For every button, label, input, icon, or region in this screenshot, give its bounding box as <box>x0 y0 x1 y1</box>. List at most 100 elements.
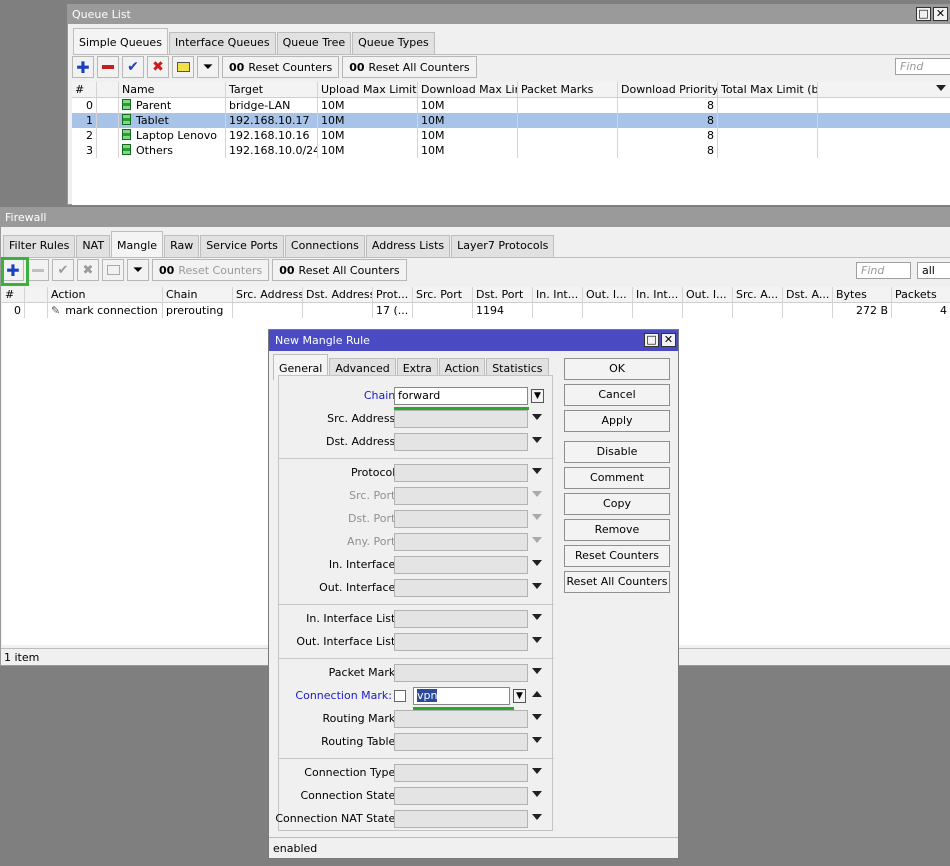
chevron-down-icon[interactable] <box>532 414 542 420</box>
col-header[interactable]: Upload Max Limit <box>318 82 418 97</box>
col-header[interactable]: Total Max Limit (b... <box>718 82 818 97</box>
out-interface-list-field[interactable] <box>394 633 528 651</box>
table-row[interactable]: 0 Parent bridge-LAN 10M 10M 8 <box>72 98 950 113</box>
protocol-field[interactable] <box>394 464 528 482</box>
reset-all-counters-button[interactable]: Reset All Counters <box>564 571 670 593</box>
col-header[interactable]: Bytes <box>833 287 892 302</box>
col-header[interactable]: # <box>2 287 25 302</box>
remove-rule-button[interactable] <box>27 259 49 281</box>
remove-button[interactable] <box>97 56 119 78</box>
close-icon[interactable]: ✕ <box>661 333 676 347</box>
disable-button[interactable]: ✖ <box>147 56 169 78</box>
chain-dropdown-button[interactable]: ▼ <box>531 389 544 403</box>
col-header[interactable]: In. Int... <box>533 287 583 302</box>
add-button[interactable]: ✚ <box>72 56 94 78</box>
col-header[interactable] <box>818 82 950 97</box>
col-header[interactable] <box>97 82 119 97</box>
chevron-down-icon[interactable] <box>532 537 542 543</box>
col-header[interactable]: Src. A... <box>733 287 783 302</box>
dialog-titlebar[interactable]: New Mangle Rule □ ✕ <box>269 330 678 351</box>
col-header[interactable]: Out. I... <box>683 287 733 302</box>
any-port-field[interactable] <box>394 533 528 551</box>
tab-queue-types[interactable]: Queue Types <box>352 32 435 54</box>
out-interface-field[interactable] <box>394 579 528 597</box>
col-header[interactable]: In. Int... <box>633 287 683 302</box>
chevron-down-icon[interactable] <box>532 637 542 643</box>
col-header[interactable]: # <box>72 82 97 97</box>
chevron-down-icon[interactable] <box>936 85 946 91</box>
col-header[interactable] <box>25 287 48 302</box>
filter-select[interactable]: all <box>917 262 950 279</box>
chevron-down-icon[interactable] <box>532 468 542 474</box>
chevron-down-icon[interactable] <box>532 737 542 743</box>
col-header[interactable]: Download Priority <box>618 82 718 97</box>
enable-rule-button[interactable]: ✔ <box>52 259 74 281</box>
col-header[interactable]: Prot... <box>373 287 413 302</box>
filter-rules-button[interactable]: ⏷ <box>127 259 149 281</box>
routing-table-field[interactable] <box>394 733 528 751</box>
col-header[interactable]: Dst. Address <box>303 287 373 302</box>
comment-button[interactable]: Comment <box>564 467 670 489</box>
queue-list-titlebar[interactable]: Queue List □ ✕ <box>68 5 950 24</box>
tab-queue-tree[interactable]: Queue Tree <box>276 32 352 54</box>
connection-mark-negate-checkbox[interactable] <box>394 690 406 702</box>
close-icon[interactable]: ✕ <box>933 7 948 21</box>
col-header[interactable]: Dst. Port <box>473 287 533 302</box>
col-header[interactable]: Src. Port <box>413 287 473 302</box>
connection-type-field[interactable] <box>394 764 528 782</box>
col-header[interactable]: Target <box>226 82 318 97</box>
chevron-up-icon[interactable] <box>532 691 542 697</box>
tab-filter-rules[interactable]: Filter Rules <box>3 235 76 257</box>
connection-nat-state-field[interactable] <box>394 810 528 828</box>
connection-mark-dropdown-button[interactable]: ▼ <box>513 689 526 703</box>
in-interface-field[interactable] <box>394 556 528 574</box>
reset-counters-button[interactable]: Reset Counters <box>564 545 670 567</box>
comment-button[interactable] <box>172 56 194 78</box>
col-header[interactable]: Packets <box>892 287 950 302</box>
queue-find-input[interactable]: Find <box>895 58 950 75</box>
chevron-down-icon[interactable] <box>532 491 542 497</box>
table-row[interactable]: 3 Others 192.168.10.0/24 10M 10M 8 <box>72 143 950 158</box>
disable-button[interactable]: Disable <box>564 441 670 463</box>
chevron-down-icon[interactable] <box>532 768 542 774</box>
ok-button[interactable]: OK <box>564 358 670 380</box>
chevron-down-icon[interactable] <box>532 714 542 720</box>
connection-state-field[interactable] <box>394 787 528 805</box>
cancel-button[interactable]: Cancel <box>564 384 670 406</box>
packet-mark-field[interactable] <box>394 664 528 682</box>
firewall-find-input[interactable]: Find <box>856 262 911 279</box>
col-header[interactable]: Packet Marks <box>518 82 618 97</box>
connection-mark-field[interactable]: vpn <box>413 687 510 705</box>
tab-address-lists[interactable]: Address Lists <box>365 235 451 257</box>
table-row[interactable]: 1 Tablet 192.168.10.17 10M 10M 8 <box>72 113 950 128</box>
tab-simple-queues[interactable]: Simple Queues <box>73 28 168 54</box>
col-header[interactable]: Src. Address <box>233 287 303 302</box>
reset-counters-button[interactable]: 00 Reset Counters <box>152 259 270 281</box>
chevron-down-icon[interactable] <box>532 814 542 820</box>
chevron-down-icon[interactable] <box>532 614 542 620</box>
tab-connections[interactable]: Connections <box>284 235 365 257</box>
chevron-down-icon[interactable] <box>532 437 542 443</box>
tab-raw[interactable]: Raw <box>164 235 200 257</box>
src-port-field[interactable] <box>394 487 528 505</box>
col-header[interactable]: Chain <box>163 287 233 302</box>
reset-all-counters-button[interactable]: 00 Reset All Counters <box>342 56 477 78</box>
tab-mangle[interactable]: Mangle <box>111 231 164 257</box>
dst-port-field[interactable] <box>394 510 528 528</box>
maximize-icon[interactable]: □ <box>644 333 659 347</box>
src-address-field[interactable] <box>394 410 528 428</box>
apply-button[interactable]: Apply <box>564 410 670 432</box>
disable-rule-button[interactable]: ✖ <box>77 259 99 281</box>
tab-interface-queues[interactable]: Interface Queues <box>168 32 276 54</box>
reset-counters-button[interactable]: 00 Reset Counters <box>222 56 340 78</box>
reset-all-counters-button[interactable]: 00 Reset All Counters <box>272 259 407 281</box>
tab-nat[interactable]: NAT <box>76 235 111 257</box>
filter-button[interactable]: ⏷ <box>197 56 219 78</box>
col-header[interactable]: Download Max Limit <box>418 82 518 97</box>
tab-service-ports[interactable]: Service Ports <box>200 235 284 257</box>
chevron-down-icon[interactable] <box>532 668 542 674</box>
col-header[interactable]: Dst. A... <box>783 287 833 302</box>
chain-field[interactable]: forward <box>394 387 528 405</box>
dst-address-field[interactable] <box>394 433 528 451</box>
comment-rule-button[interactable] <box>102 259 124 281</box>
